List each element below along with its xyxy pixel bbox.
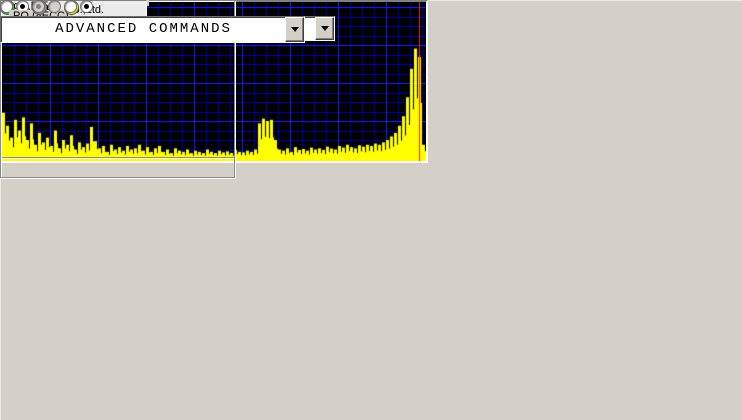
- advanced-commands-select[interactable]: ADVANCED COMMANDS: [0, 16, 305, 43]
- dropdown-arrow-icon[interactable]: [315, 17, 334, 40]
- disc-quality-scan-window: 640 480 320 160 16x 12x 8x 4x 640 480 32…: [0, 0, 742, 420]
- dropdown-arrow-icon[interactable]: [285, 17, 304, 42]
